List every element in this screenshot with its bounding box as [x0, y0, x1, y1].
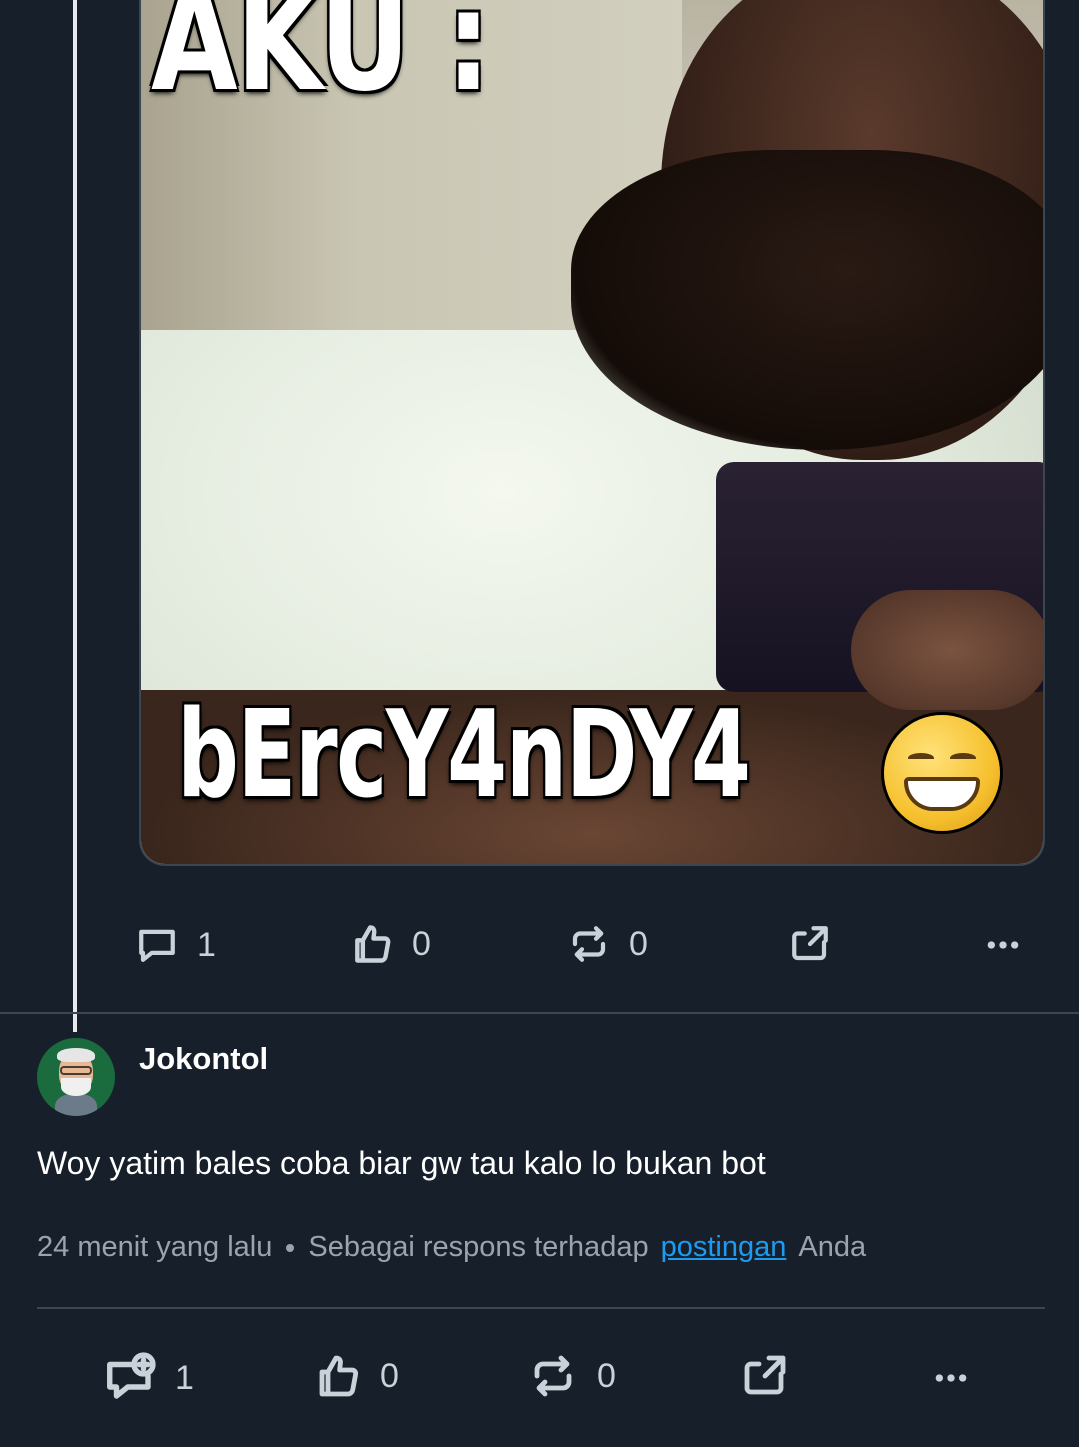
reply-comment-count: 1 — [175, 1358, 194, 1397]
post-share-button[interactable] — [788, 923, 832, 965]
thumbs-up-icon — [319, 1355, 359, 1397]
reply-divider — [37, 1307, 1045, 1309]
share-icon — [792, 926, 828, 961]
avatar[interactable] — [37, 1038, 115, 1116]
post-repost-count: 0 — [629, 924, 648, 963]
grinning-emoji-icon — [884, 715, 1000, 831]
reply-context-suffix: Anda — [798, 1231, 867, 1263]
comment-add-icon — [107, 1352, 156, 1399]
post-like-count: 0 — [412, 924, 431, 963]
post-image[interactable]: AKU : bErcY4nDY4 — [139, 0, 1045, 866]
reply-share-button[interactable] — [740, 1352, 790, 1400]
more-icon — [987, 941, 1019, 949]
reply-username[interactable]: Jokontol — [139, 1041, 268, 1077]
repost-icon — [572, 926, 606, 962]
thread-connector-line — [73, 0, 77, 1032]
post-like-button[interactable]: 0 — [350, 922, 431, 966]
reply-text: Woy yatim bales coba biar gw tau kalo lo… — [37, 1145, 766, 1181]
reply-context-link[interactable]: postingan — [661, 1231, 787, 1264]
repost-icon — [534, 1355, 572, 1397]
reply-timestamp: 24 menit yang lalu — [37, 1231, 273, 1263]
post-repost-button[interactable]: 0 — [567, 923, 648, 965]
image-beard — [571, 150, 1043, 450]
share-icon — [744, 1355, 786, 1395]
reply-comment-button[interactable]: 1 — [103, 1351, 194, 1405]
image-hand — [851, 590, 1043, 710]
section-divider — [0, 1012, 1079, 1014]
reply-context-prefix: Sebagai respons terhadap — [308, 1231, 649, 1263]
meme-top-text: AKU : — [151, 0, 491, 123]
reply-repost-button[interactable]: 0 — [527, 1352, 616, 1400]
reply-more-button[interactable] — [928, 1358, 974, 1398]
post-more-button[interactable] — [980, 925, 1026, 965]
reply-like-count: 0 — [380, 1356, 399, 1395]
separator-dot — [286, 1243, 295, 1252]
reply-like-button[interactable]: 0 — [314, 1350, 399, 1402]
reply-repost-count: 0 — [597, 1356, 616, 1395]
meme-bottom-text: bErcY4nDY4 — [177, 686, 751, 825]
more-icon — [935, 1374, 967, 1382]
post-comment-count: 1 — [197, 925, 216, 964]
reply-meta: 24 menit yang lalu Sebagai respons terha… — [37, 1231, 866, 1264]
comment-icon — [139, 929, 175, 962]
thumbs-up-icon — [355, 925, 391, 963]
post-comment-button[interactable]: 1 — [135, 924, 216, 966]
